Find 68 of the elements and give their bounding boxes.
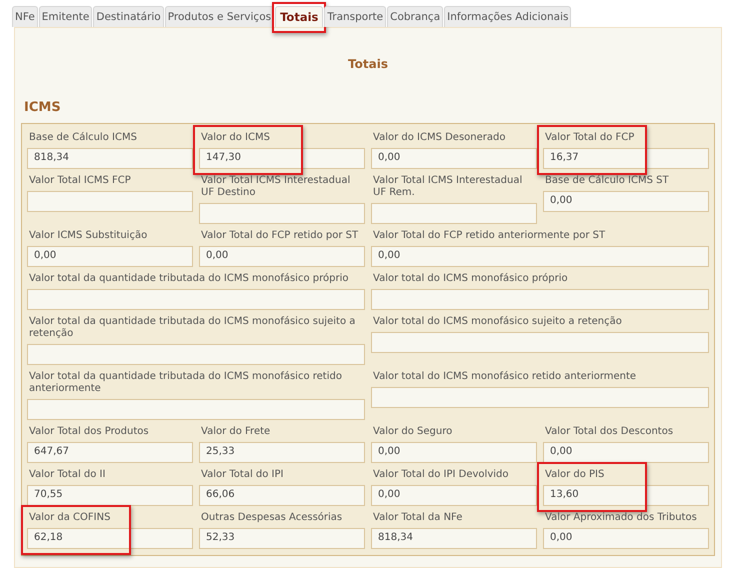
field-label: Valor total do ICMS monofásico sujeito a retenção bbox=[372, 315, 623, 329]
field-label: Valor total da quantidade tributada do ICMS monofásico retido anteriormente bbox=[28, 370, 343, 396]
field-label: Valor Total do IPI Devolvido bbox=[372, 468, 510, 482]
input-field[interactable]: 818,34 bbox=[371, 528, 537, 549]
input-field[interactable] bbox=[371, 203, 537, 224]
field-label: Valor total da quantidade tributada do ICMS monofásico sujeito a retenção bbox=[28, 315, 356, 341]
field-label: Valor Total ICMS FCP bbox=[28, 174, 132, 188]
input-field[interactable]: 52,33 bbox=[199, 528, 365, 549]
input-field[interactable]: 0,00 bbox=[543, 191, 709, 212]
field-label: Valor total do ICMS monofásico próprio bbox=[372, 272, 569, 286]
input-field[interactable]: 818,34 bbox=[27, 148, 193, 169]
input-field[interactable] bbox=[371, 332, 709, 353]
input-field[interactable] bbox=[199, 203, 365, 224]
field-label: Valor Total do FCP retido por ST bbox=[200, 229, 360, 243]
field-label: Valor Total dos Descontos bbox=[544, 425, 674, 439]
input-field[interactable]: 0,00 bbox=[543, 528, 709, 549]
input-field[interactable]: 13,60 bbox=[543, 485, 709, 506]
input-field[interactable]: 0,00 bbox=[371, 485, 537, 506]
tab[interactable]: Informações Adicionais bbox=[444, 6, 572, 27]
tab[interactable]: Emitente bbox=[38, 6, 92, 27]
field-label: Valor do PIS bbox=[544, 468, 606, 482]
input-field[interactable] bbox=[27, 344, 365, 365]
input-field[interactable]: 0,00 bbox=[371, 148, 537, 169]
input-field[interactable]: 0,00 bbox=[371, 246, 709, 267]
input-field[interactable] bbox=[27, 399, 365, 420]
field-label: Valor ICMS Substituição bbox=[28, 229, 148, 243]
field-label: Valor Total dos Produtos bbox=[28, 425, 150, 439]
field-label: Base de Cálculo ICMS ST bbox=[544, 174, 670, 188]
panel-heading: Totais bbox=[347, 57, 389, 71]
tab[interactable]: Cobrança bbox=[387, 6, 444, 27]
input-field[interactable]: 25,33 bbox=[199, 442, 365, 463]
input-field[interactable]: 0,00 bbox=[199, 246, 365, 267]
input-field[interactable] bbox=[27, 289, 365, 310]
tab[interactable]: NFe bbox=[12, 6, 38, 27]
field-label: Valor Total ICMS Interestadual UF Destino bbox=[200, 174, 352, 200]
field-label: Valor do ICMS bbox=[200, 131, 271, 145]
field-label: Valor Total do FCP bbox=[544, 131, 636, 145]
input-field[interactable]: 62,18 bbox=[27, 528, 193, 549]
tab[interactable]: Destinatário bbox=[93, 6, 164, 27]
input-field[interactable] bbox=[371, 387, 709, 408]
input-field[interactable]: 0,00 bbox=[371, 442, 537, 463]
field-label: Valor total do ICMS monofásico retido anteriormente bbox=[372, 370, 638, 384]
input-field[interactable] bbox=[371, 289, 709, 310]
section-title: ICMS bbox=[23, 100, 62, 115]
field-label: Valor Total do IPI bbox=[200, 468, 284, 482]
field-label: Valor Total do II bbox=[28, 468, 106, 482]
field-label: Valor do Frete bbox=[200, 425, 272, 439]
input-field[interactable]: 16,37 bbox=[543, 148, 709, 169]
field-label: Valor Aproximado dos Tributos bbox=[544, 511, 698, 525]
field-label: Valor Total da NFe bbox=[372, 511, 464, 525]
input-field[interactable]: 66,06 bbox=[199, 485, 365, 506]
field-label: Valor da COFINS bbox=[28, 511, 112, 525]
tab[interactable]: Transporte bbox=[324, 6, 386, 27]
input-field[interactable]: 147,30 bbox=[199, 148, 365, 169]
field-label: Valor total da quantidade tributada do ICMS monofásico próprio bbox=[28, 272, 350, 286]
field-label: Valor do ICMS Desonerado bbox=[372, 131, 506, 145]
input-field[interactable]: 0,00 bbox=[27, 246, 193, 267]
field-label: Valor do Seguro bbox=[372, 425, 454, 439]
input-field[interactable] bbox=[27, 191, 193, 212]
tab[interactable]: Totais bbox=[275, 6, 324, 27]
field-label: Outras Despesas Acessórias bbox=[200, 511, 344, 525]
field-label: Valor Total do FCP retido anteriormente por ST bbox=[372, 229, 606, 243]
tab[interactable]: Produtos e Serviços bbox=[164, 6, 274, 27]
input-field[interactable]: 0,00 bbox=[543, 442, 709, 463]
input-field[interactable]: 70,55 bbox=[27, 485, 193, 506]
field-label: Valor Total ICMS Interestadual UF Rem. bbox=[372, 174, 524, 200]
input-field[interactable]: 647,67 bbox=[27, 442, 193, 463]
field-label: Base de Cálculo ICMS bbox=[28, 131, 138, 145]
